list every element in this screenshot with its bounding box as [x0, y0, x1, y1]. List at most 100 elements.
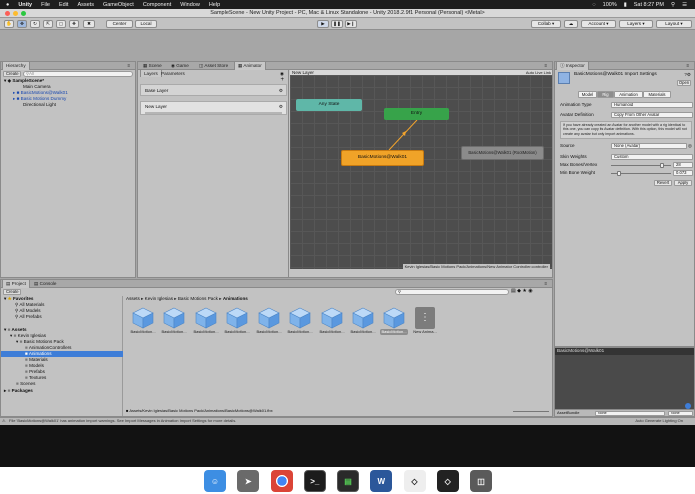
tab-project[interactable]: ▤ Project	[2, 280, 30, 288]
layers-dropdown[interactable]: Layers ▾	[619, 20, 653, 28]
rotate-tool-icon[interactable]: ↻	[30, 20, 40, 28]
battery-percent[interactable]: 100%	[603, 2, 617, 8]
rect-tool-icon[interactable]: ▢	[56, 20, 66, 28]
menu-unity[interactable]: Unity	[18, 2, 32, 8]
tab-rig[interactable]: Rig	[597, 91, 614, 98]
asset-tile[interactable]: BasicMotion...	[255, 307, 283, 335]
play-button[interactable]: ▶	[317, 20, 329, 28]
asset-tile[interactable]: BasicMotion...	[318, 307, 346, 335]
animator-graph[interactable]: Any State Entry BasicMotions@Walk01 Basi…	[290, 75, 552, 270]
word-icon[interactable]: W	[370, 470, 393, 492]
collab-button[interactable]: Collab ▾	[531, 20, 561, 28]
wifi-icon[interactable]: ◌	[592, 2, 595, 8]
menu-file[interactable]: File	[41, 2, 50, 8]
tab-hierarchy[interactable]: Hierarchy	[2, 62, 30, 70]
state-default-walk[interactable]: BasicMotions@Walk01	[341, 150, 424, 166]
help-icon[interactable]: ?⚙	[684, 72, 691, 78]
asset-tile[interactable]: BasicMotion...	[223, 307, 251, 335]
asset-tile[interactable]: BasicMotion...	[192, 307, 220, 335]
pivot-local-button[interactable]: Local	[135, 20, 157, 28]
menu-edit[interactable]: Edit	[59, 2, 68, 8]
minimize-window-button[interactable]	[13, 11, 18, 16]
min-bone-weight-input[interactable]: 0.073	[673, 170, 693, 176]
tab-materials[interactable]: Materials	[643, 91, 671, 98]
favorites-item[interactable]: ⚲ All Prefabs	[15, 314, 42, 320]
finder-icon[interactable]: ☺	[204, 470, 226, 492]
asset-tile[interactable]: BasicMotion...	[129, 307, 157, 335]
trash-icon[interactable]: ◫	[470, 470, 492, 492]
spotlight-icon[interactable]: ⚲	[671, 2, 675, 8]
open-button[interactable]: Open	[677, 80, 691, 86]
hierarchy-search-input[interactable]: ⚲All	[23, 71, 133, 77]
tab-model[interactable]: Model	[578, 91, 597, 98]
zoom-window-button[interactable]	[21, 11, 26, 16]
layer-settings-icon[interactable]: ⚙	[279, 104, 283, 110]
asset-tile[interactable]: BasicMotion...	[349, 307, 377, 335]
close-window-button[interactable]	[5, 11, 10, 16]
state-any[interactable]: Any State	[296, 99, 362, 111]
menu-gameobject[interactable]: GameObject	[103, 2, 134, 8]
terminal-icon[interactable]: >_	[303, 470, 326, 492]
state-walk-rootmotion[interactable]: BasicMotions@Walk01 (RootMotion)	[461, 146, 544, 160]
object-picker-icon[interactable]: ◎	[688, 143, 692, 149]
entry-transition-arrow[interactable]	[388, 119, 418, 151]
panel-menu-icon[interactable]: ≡	[683, 62, 692, 70]
layer-weight-slider[interactable]	[145, 112, 282, 114]
scale-tool-icon[interactable]: ⇱	[43, 20, 53, 28]
layer-new[interactable]: New Layer ⚙	[140, 101, 287, 115]
pause-button[interactable]: ❚❚	[331, 20, 343, 28]
project-search-input[interactable]: ⚲	[395, 289, 509, 295]
unity-icon[interactable]: ◇	[403, 470, 426, 492]
clock[interactable]: Sat 8:27 PM	[634, 2, 664, 8]
apple-menu-icon[interactable]: ●	[6, 2, 9, 8]
cloud-icon[interactable]: ☁	[564, 20, 578, 28]
transform-tool-icon[interactable]: ❖	[69, 20, 79, 28]
panel-menu-icon[interactable]: ≡	[541, 62, 550, 70]
folder-row[interactable]: ■ Scenes	[16, 381, 35, 387]
tab-inspector[interactable]: ⓘ Inspector	[556, 62, 589, 70]
unity-hub-icon[interactable]: ◇	[436, 470, 459, 492]
assetbundle-dropdown[interactable]: None	[595, 411, 665, 416]
status-warning-text[interactable]: File 'BasicMotions@Walk01' has animation…	[9, 418, 236, 424]
max-bones-slider[interactable]	[611, 163, 671, 168]
tab-console[interactable]: ▤ Console	[31, 280, 59, 288]
project-create-dropdown[interactable]: Create ▾	[3, 289, 21, 295]
activity-icon[interactable]: ▤	[337, 470, 359, 492]
state-entry[interactable]: Entry	[384, 108, 449, 120]
breadcrumb-item[interactable]: Kevin Iglesias	[145, 296, 173, 301]
tab-scene[interactable]: ▦ Scene	[140, 62, 165, 70]
hierarchy-item-directional-light[interactable]: Directional Light	[23, 102, 56, 108]
move-tool-icon[interactable]: ✥	[17, 20, 27, 28]
layer-base[interactable]: Base Layer ⚙	[140, 84, 287, 96]
slider-knob[interactable]	[616, 171, 621, 176]
menu-assets[interactable]: Assets	[77, 2, 94, 8]
panel-menu-icon[interactable]: ≡	[541, 280, 550, 288]
max-bones-input[interactable]: 28	[673, 162, 693, 168]
breadcrumb-item[interactable]: Basic Motions Pack	[178, 296, 218, 301]
min-bone-weight-slider[interactable]	[611, 171, 671, 176]
pivot-center-button[interactable]: Center	[106, 20, 133, 28]
tab-asset-store[interactable]: ◫ Asset Store	[196, 62, 231, 70]
source-avatar-field[interactable]: None (Avatar)	[611, 143, 687, 149]
tab-animation[interactable]: Animation	[614, 91, 643, 98]
panel-menu-icon[interactable]: ≡	[124, 62, 133, 70]
asset-tile[interactable]: ⋮ New Anima...	[411, 307, 439, 335]
menu-window[interactable]: Window	[180, 2, 200, 8]
avatar-definition-dropdown[interactable]: Copy From Other Avatar	[611, 112, 693, 118]
breadcrumb-item[interactable]: Assets	[126, 296, 140, 301]
hand-tool-icon[interactable]: ✋	[4, 20, 14, 28]
menu-help[interactable]: Help	[209, 2, 220, 8]
assetbundle-variant-dropdown[interactable]: None	[668, 411, 693, 416]
account-dropdown[interactable]: Account ▾	[581, 20, 616, 28]
folder-row-selected[interactable]: ■ Animations	[1, 351, 123, 357]
tab-game[interactable]: ◉ Game	[168, 62, 192, 70]
notification-center-icon[interactable]: ☰	[682, 2, 687, 8]
breadcrumb-item[interactable]: Animations	[223, 296, 248, 301]
skin-weights-dropdown[interactable]: Custom	[611, 154, 693, 160]
animation-type-dropdown[interactable]: Humanoid	[611, 102, 693, 108]
chrome-icon[interactable]	[270, 470, 293, 492]
menu-component[interactable]: Component	[143, 2, 171, 8]
asset-tile[interactable]: BasicMotion...	[160, 307, 188, 335]
packages-row[interactable]: ▸ ■ Packages	[4, 388, 33, 394]
filter-icons[interactable]: ▤ ◆ ★ ◉	[511, 288, 533, 294]
